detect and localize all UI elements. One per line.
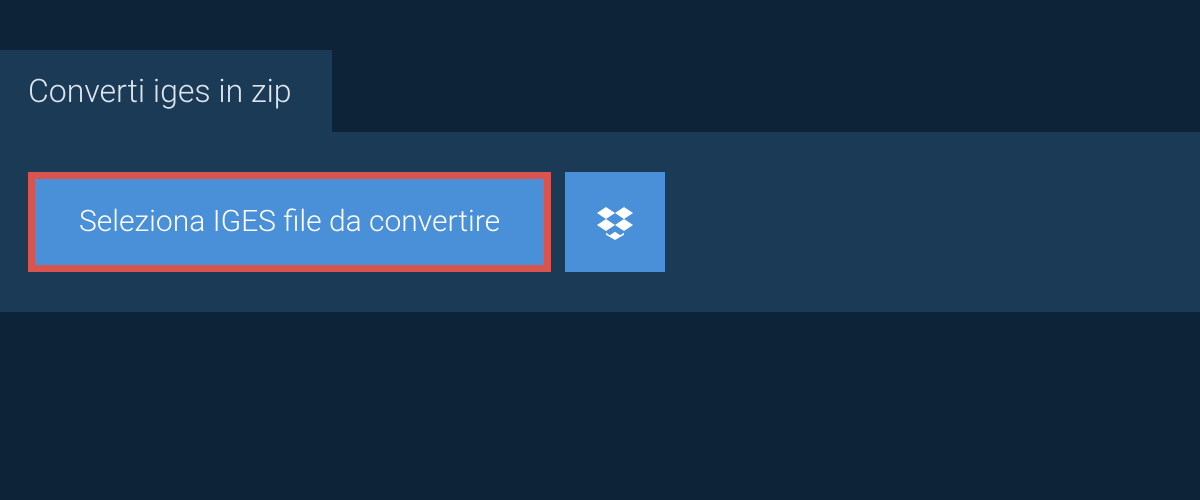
select-file-label: Seleziona IGES file da convertire <box>79 207 500 237</box>
converter-panel: Seleziona IGES file da convertire <box>0 132 1200 312</box>
dropbox-icon <box>597 204 633 240</box>
dropbox-button[interactable] <box>565 172 665 272</box>
button-row: Seleziona IGES file da convertire <box>28 172 1172 272</box>
page-title: Converti iges in zip <box>28 72 292 110</box>
tab-header: Converti iges in zip <box>0 50 332 132</box>
select-file-button[interactable]: Seleziona IGES file da convertire <box>28 172 551 272</box>
